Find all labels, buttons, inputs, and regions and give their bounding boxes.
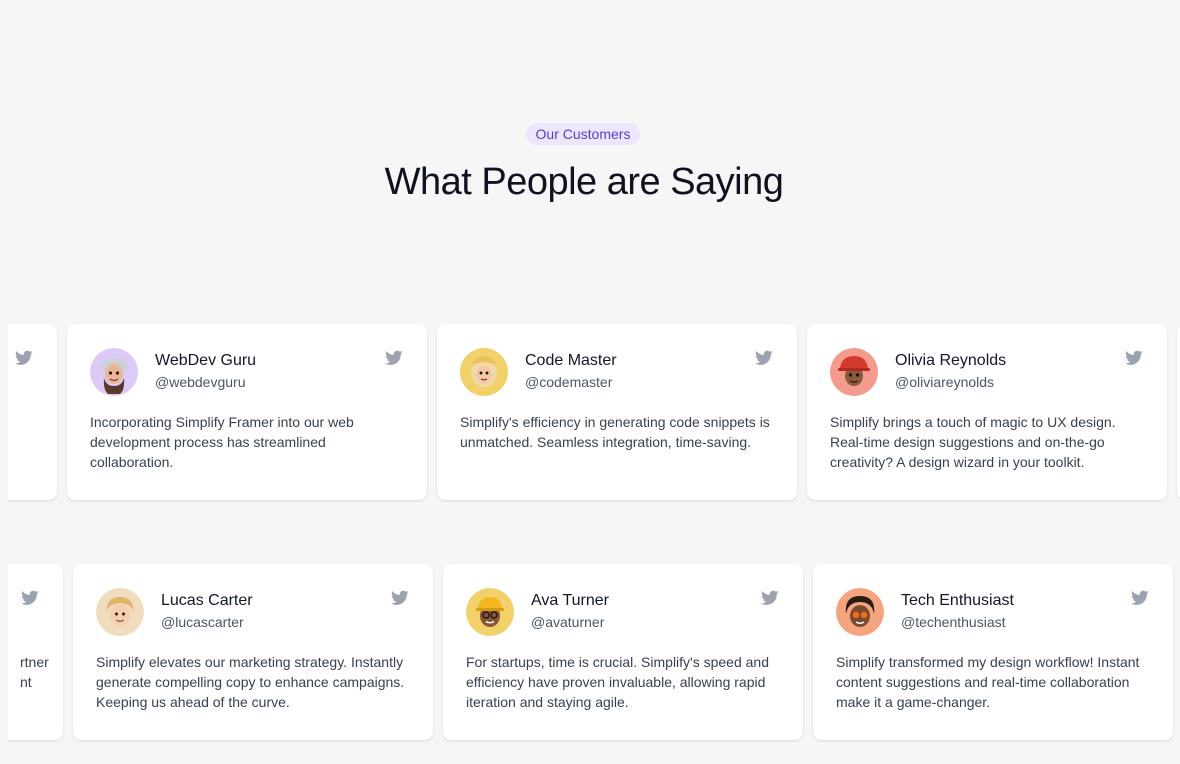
testimonial-text: Simplify transformed my design workflow!… xyxy=(836,654,1140,710)
avatar xyxy=(830,348,878,396)
author-name: WebDev Guru xyxy=(155,352,257,369)
section-badge: Our Customers xyxy=(526,123,640,145)
testimonial-card: Code Master @codemaster Simplify's effic… xyxy=(437,324,797,500)
avatar xyxy=(90,348,138,396)
testimonial-card: Lucas Carter @lucascarter Simplify eleva… xyxy=(73,564,433,740)
twitter-bird-icon[interactable] xyxy=(385,350,403,366)
twitter-bird-icon[interactable] xyxy=(21,590,39,606)
testimonial-card-partial: rtner nt xyxy=(8,564,63,740)
section-title: What People are Saying xyxy=(384,161,784,203)
testimonial-row-2: rtner nt Lucas Carter @lucascarter Simpl… xyxy=(8,564,1180,740)
testimonial-text: For startups, time is crucial. Simplify'… xyxy=(466,654,770,710)
testimonial-card: Tech Enthusiast @techenthusiast Simplify… xyxy=(813,564,1173,740)
twitter-bird-icon[interactable] xyxy=(391,590,409,606)
testimonial-text-fragment: nt xyxy=(20,674,32,690)
testimonial-text-fragment: rtner xyxy=(20,654,49,670)
author-handle[interactable]: @techenthusiast xyxy=(901,613,1006,631)
testimonial-card: Olivia Reynolds @oliviareynolds Simplify… xyxy=(807,324,1167,500)
testimonial-row-1: WebDev Guru @webdevguru Incorporating Si… xyxy=(8,324,1180,500)
author-name: Tech Enthusiast xyxy=(901,592,1014,609)
author-name: Ava Turner xyxy=(531,592,609,609)
twitter-bird-icon[interactable] xyxy=(1131,590,1149,606)
testimonial-text: Simplify elevates our marketing strategy… xyxy=(96,654,405,710)
author-name: Code Master xyxy=(525,352,617,369)
author-handle[interactable]: @codemaster xyxy=(525,373,612,391)
author-handle[interactable]: @lucascarter xyxy=(161,613,244,631)
testimonial-text: Incorporating Simplify Framer into our w… xyxy=(90,414,354,470)
author-handle[interactable]: @oliviareynolds xyxy=(895,373,994,391)
testimonial-card: Ava Turner @avaturner For startups, time… xyxy=(443,564,803,740)
testimonial-card-partial xyxy=(8,324,57,500)
testimonial-text: Simplify's efficiency in generating code… xyxy=(460,414,770,450)
author-name: Lucas Carter xyxy=(161,592,253,609)
twitter-bird-icon[interactable] xyxy=(755,350,773,366)
author-name: Olivia Reynolds xyxy=(895,352,1007,369)
testimonials-marquee: WebDev Guru @webdevguru Incorporating Si… xyxy=(8,300,1180,764)
testimonial-text: Simplify brings a touch of magic to UX d… xyxy=(830,414,1116,470)
twitter-bird-icon[interactable] xyxy=(1125,350,1143,366)
author-handle[interactable]: @avaturner xyxy=(531,613,604,631)
avatar xyxy=(466,588,514,636)
avatar xyxy=(836,588,884,636)
twitter-bird-icon[interactable] xyxy=(15,350,33,366)
author-handle[interactable]: @webdevguru xyxy=(155,373,246,391)
testimonials-section: Our Customers What People are Saying Web… xyxy=(0,0,1180,764)
testimonial-card: WebDev Guru @webdevguru Incorporating Si… xyxy=(67,324,427,500)
avatar xyxy=(96,588,144,636)
avatar xyxy=(460,348,508,396)
twitter-bird-icon[interactable] xyxy=(761,590,779,606)
